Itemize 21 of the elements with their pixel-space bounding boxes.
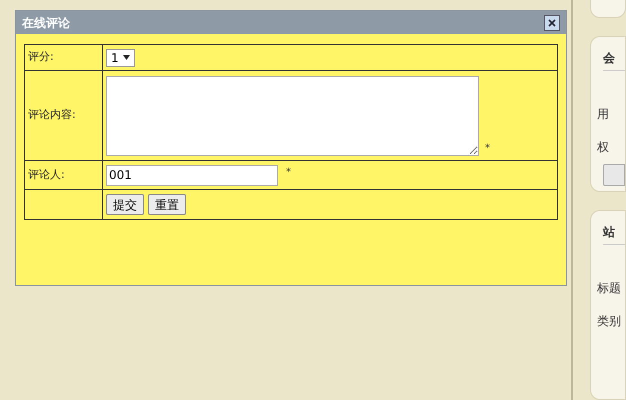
panel-button[interactable] [603, 164, 625, 186]
comment-textarea[interactable] [106, 76, 479, 156]
close-icon [548, 18, 556, 26]
close-button[interactable] [544, 14, 560, 30]
required-mark: * [286, 166, 291, 180]
required-mark: * [485, 142, 490, 156]
caret-icon [122, 55, 130, 60]
field-label: 权 [597, 139, 610, 156]
panel-heading: 站 [603, 223, 625, 246]
field-label: 评分: [28, 50, 54, 64]
panel-heading: 会 [603, 49, 625, 71]
field-label: 评论内容: [28, 108, 76, 122]
rating-select[interactable]: 1 [106, 48, 135, 66]
window-title: 在线评论 [22, 14, 70, 32]
field-label: 类别 [597, 313, 622, 330]
submit-button[interactable]: 提交 [106, 194, 144, 215]
field-label: 评论人: [28, 168, 65, 181]
reset-button[interactable]: 重置 [148, 194, 186, 215]
field-label: 用 [597, 106, 610, 123]
field-label: 标题 [597, 280, 622, 298]
reviewer-input[interactable]: 001 [106, 164, 278, 186]
